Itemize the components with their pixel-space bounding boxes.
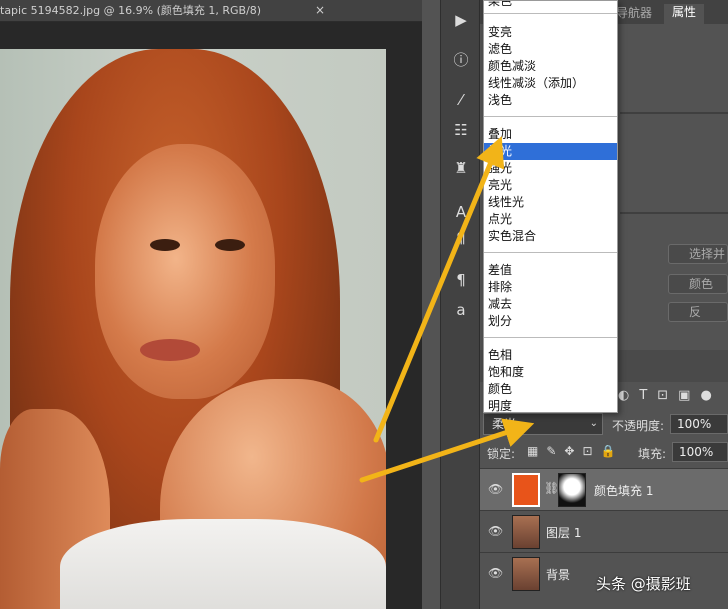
play-icon[interactable]: ▶ — [449, 8, 473, 32]
eye-icon[interactable]: 👁 — [488, 524, 504, 538]
fill-field[interactable]: 100% — [672, 442, 728, 462]
opacity-label: 不透明度: — [612, 419, 665, 433]
blend-mode-value: 柔光 — [492, 417, 517, 431]
menu-item[interactable]: 减去 — [484, 296, 617, 313]
character-icon[interactable]: A — [449, 200, 473, 224]
document-title: tapic 5194582.jpg @ 16.9% (颜色填充 1, RGB/8… — [0, 4, 262, 17]
lock-label: 锁定: — [487, 447, 516, 461]
blend-mode-menu[interactable]: 染色 变亮 滤色 颜色减淡 线性减淡（添加） 浅色 叠加 柔光 强光 亮光 线性… — [483, 0, 618, 413]
menu-item[interactable]: 划分 — [484, 313, 617, 330]
layer-thumbnail — [512, 557, 540, 591]
canvas-area[interactable] — [0, 22, 422, 609]
layer-row[interactable]: 👁 图层 1 — [480, 510, 728, 552]
face — [95, 144, 275, 399]
photoshop-window: tapic 5194582.jpg @ 16.9% (颜色填充 1, RGB/8… — [0, 0, 728, 609]
panel-divider — [620, 212, 728, 214]
eye-icon[interactable]: 👁 — [488, 482, 504, 496]
brush-settings-icon[interactable]: ⁄ — [449, 88, 473, 112]
invert-button[interactable]: 反 — [668, 302, 728, 322]
tab-properties[interactable]: 属性 — [664, 4, 705, 24]
menu-item[interactable]: 差值 — [484, 262, 617, 279]
lips — [140, 339, 200, 361]
menu-item[interactable]: 叠加 — [484, 126, 617, 143]
close-tab-icon[interactable]: × — [315, 3, 325, 17]
menu-item[interactable]: 排除 — [484, 279, 617, 296]
menu-separator — [484, 13, 617, 14]
info-icon[interactable]: ⓘ — [449, 48, 473, 72]
menu-item[interactable]: 染色 — [484, 1, 617, 10]
menu-item[interactable]: 亮光 — [484, 177, 617, 194]
fill-color-thumbnail[interactable] — [512, 473, 540, 507]
document-tab[interactable]: tapic 5194582.jpg @ 16.9% (颜色填充 1, RGB/8… — [0, 0, 422, 22]
watermark: 头条 @摄影班 — [596, 575, 691, 593]
mask-thumbnail[interactable] — [558, 473, 586, 507]
layer-name: 图层 1 — [546, 526, 582, 540]
menu-item[interactable]: 变亮 — [484, 24, 617, 41]
lock-icons[interactable]: ▦✎✥⊡🔒 — [527, 444, 623, 458]
panel-icons-column: ▶ ⓘ ⁄ ☷ ♜ A ¶ ¶ a — [440, 0, 480, 609]
menu-item[interactable]: 线性光 — [484, 194, 617, 211]
layer-name: 颜色填充 1 — [594, 484, 654, 498]
glyph-a-icon[interactable]: a — [449, 298, 473, 322]
menu-item-selected[interactable]: 柔光 — [484, 143, 617, 160]
menu-item[interactable]: 滤色 — [484, 41, 617, 58]
layer-row[interactable]: 👁 ⛓ 颜色填充 1 — [480, 468, 728, 510]
menu-item[interactable]: 颜色 — [484, 381, 617, 398]
menu-item[interactable]: 浅色 — [484, 92, 617, 109]
menu-item[interactable]: 饱和度 — [484, 364, 617, 381]
opacity-field[interactable]: 100% — [670, 414, 728, 434]
fill-label: 填充: — [638, 447, 667, 461]
select-and-mask-button[interactable]: 选择并 — [668, 244, 728, 264]
menu-item[interactable]: 色相 — [484, 347, 617, 364]
menu-item[interactable]: 线性减淡（添加） — [484, 75, 617, 92]
layer-name: 背景 — [546, 568, 571, 582]
eye-icon[interactable]: 👁 — [488, 566, 504, 580]
chevron-down-icon: ⌄ — [589, 418, 598, 429]
link-icon[interactable]: ⛓ — [544, 481, 559, 495]
layer-thumbnail — [512, 515, 540, 549]
menu-item[interactable]: 实色混合 — [484, 228, 617, 245]
menu-separator — [484, 116, 617, 117]
menu-item[interactable]: 强光 — [484, 160, 617, 177]
dress — [60, 519, 386, 609]
menu-item[interactable]: 颜色减淡 — [484, 58, 617, 75]
paragraph-icon[interactable]: ¶ — [449, 226, 473, 250]
menu-item[interactable]: 明度 — [484, 398, 617, 412]
menu-separator — [484, 252, 617, 253]
menu-item[interactable]: 点光 — [484, 211, 617, 228]
clone-source-icon[interactable]: ♜ — [449, 156, 473, 180]
menu-separator — [484, 337, 617, 338]
portrait-photo — [0, 49, 386, 609]
right-eye — [215, 239, 245, 251]
panel-divider — [620, 112, 728, 114]
adjustment-icon[interactable]: ☷ — [449, 118, 473, 142]
layer-filter-icons[interactable]: ◐T⊡▣● — [618, 388, 722, 403]
color-range-button[interactable]: 颜色 — [668, 274, 728, 294]
glyphs-icon[interactable]: ¶ — [449, 268, 473, 292]
blend-mode-select[interactable]: 柔光 ⌄ — [483, 413, 603, 435]
tab-navigator[interactable]: 导航器 — [616, 4, 652, 21]
left-eye — [150, 239, 180, 251]
